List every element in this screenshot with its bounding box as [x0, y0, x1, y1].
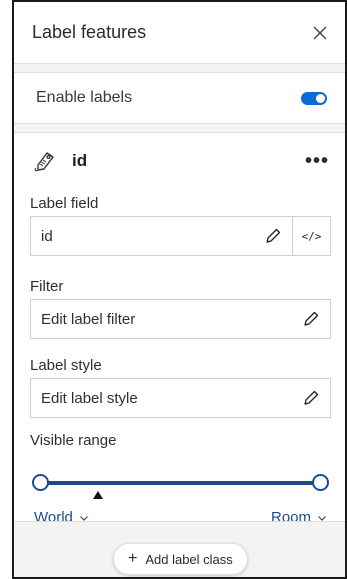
filter-label: Filter [30, 278, 64, 295]
pencil-icon [304, 311, 319, 326]
panel-title: Label features [32, 22, 147, 42]
visible-range-section: Visible range World Room [14, 432, 345, 533]
filter-section: Filter Edit label filter [14, 278, 345, 339]
plus-icon: + [128, 550, 138, 567]
edit-label-style-button[interactable] [292, 379, 330, 417]
expression-button[interactable]: </> [292, 217, 330, 255]
edit-filter-button[interactable] [292, 300, 330, 338]
label-class-header: id ••• [14, 133, 345, 189]
add-label-class-button[interactable]: + Add label class [113, 543, 248, 575]
label-field-section: Label field id </> [14, 195, 345, 256]
add-label-class-label: Add label class [145, 551, 233, 567]
pencil-icon [266, 228, 281, 243]
enable-labels-row: Enable labels [14, 72, 345, 124]
label-style-box[interactable]: Edit label style [30, 378, 331, 418]
label-field-label: Label field [30, 195, 99, 212]
filter-value: Edit label filter [41, 310, 136, 328]
min-scale-handle[interactable] [32, 474, 49, 491]
label-class-card: id ••• Label field id </> Filter Edit la… [14, 132, 345, 526]
filter-box[interactable]: Edit label filter [30, 299, 331, 339]
enable-labels-label: Enable labels [36, 89, 133, 106]
tag-icon [34, 152, 54, 172]
label-field-value: id [41, 227, 53, 245]
more-options-button[interactable]: ••• [305, 150, 329, 173]
label-features-panel: Label features Enable labels id ••• Labe… [12, 0, 347, 579]
slider-track[interactable] [40, 481, 321, 485]
edit-label-field-button[interactable] [254, 217, 292, 255]
max-scale-handle[interactable] [312, 474, 329, 491]
label-style-label: Label style [30, 357, 102, 374]
toggle-knob [316, 93, 325, 103]
label-style-section: Label style Edit label style [14, 357, 345, 418]
close-icon[interactable] [309, 22, 331, 44]
label-class-title-group: id [32, 148, 87, 174]
current-scale-marker [93, 491, 103, 499]
pencil-icon [304, 390, 319, 405]
panel-header: Label features [14, 2, 345, 64]
visible-range-label: Visible range [30, 432, 117, 449]
label-style-value: Edit label style [41, 389, 138, 407]
label-field-box[interactable]: id </> [30, 216, 331, 256]
panel-footer: + Add label class [14, 521, 345, 577]
enable-labels-toggle[interactable] [301, 91, 327, 105]
label-class-name: id [72, 151, 88, 170]
